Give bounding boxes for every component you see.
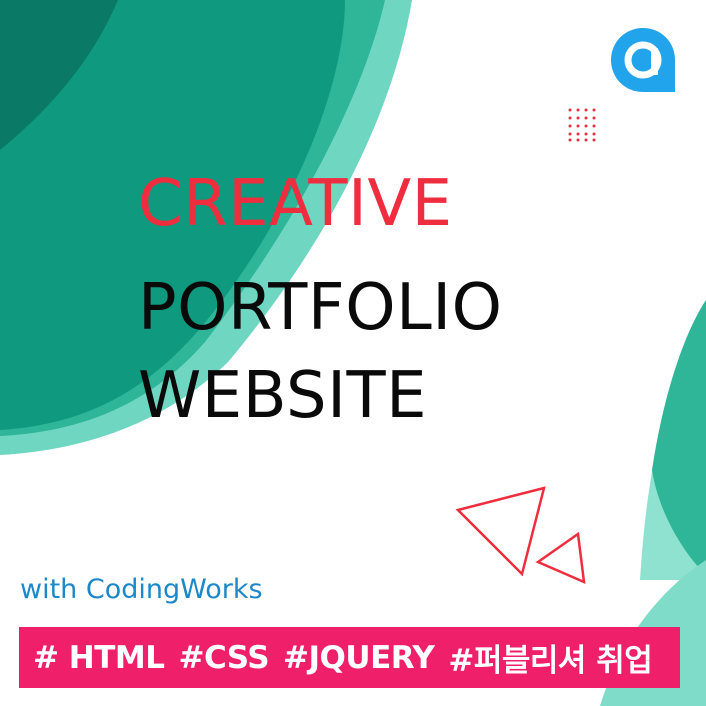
dot-grid-decoration bbox=[568, 108, 596, 142]
triangle-decoration bbox=[455, 486, 586, 585]
subtitle: with CodingWorks bbox=[20, 574, 263, 605]
tag-publisher-job: #퍼블리셔 취업 bbox=[448, 643, 653, 679]
tag-jquery: #JQUERY bbox=[283, 639, 435, 676]
hashtag-bar: # HTML #CSS #JQUERY #퍼블리셔 취업 bbox=[19, 627, 680, 688]
tag-html: # HTML bbox=[33, 639, 165, 676]
headline-website: WEBSITE bbox=[138, 359, 428, 433]
poster: CREATIVE PORTFOLIO WEBSITE with CodingWo… bbox=[0, 0, 706, 706]
headline-creative: CREATIVE bbox=[138, 167, 453, 241]
letter-a-logo-icon bbox=[611, 28, 675, 92]
headline-portfolio: PORTFOLIO bbox=[138, 271, 503, 345]
tag-css: #CSS bbox=[178, 639, 270, 676]
